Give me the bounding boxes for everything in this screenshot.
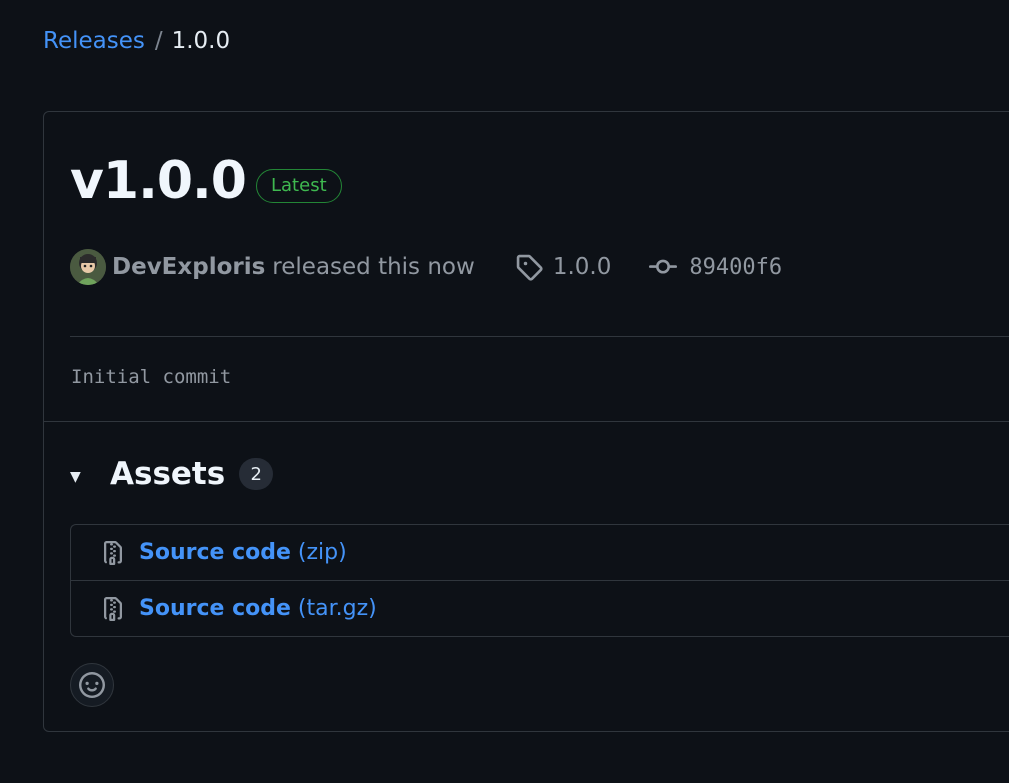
git-commit-icon — [649, 259, 678, 274]
tag-label: 1.0.0 — [552, 254, 612, 280]
author-link[interactable]: DevExploris — [112, 254, 265, 280]
release-meta: DevExploris released this now 1.0.0 8940… — [70, 248, 782, 286]
asset-extension[interactable]: (tar.gz) — [298, 596, 377, 621]
breadcrumb-current: 1.0.0 — [171, 28, 231, 54]
breadcrumb: Releases / 1.0.0 — [43, 26, 230, 56]
add-reaction-button[interactable] — [70, 663, 114, 707]
asset-name[interactable]: Source code — [139, 596, 291, 621]
commit-link[interactable]: 89400f6 — [649, 253, 782, 281]
commit-hash: 89400f6 — [689, 254, 783, 280]
avatar[interactable] — [70, 249, 106, 285]
asset-row-targz[interactable]: Source code (tar.gz) — [71, 580, 1009, 636]
release-notes: Initial commit — [71, 366, 232, 388]
release-card: v1.0.0 Latest DevExploris released this … — [43, 111, 1009, 732]
divider — [44, 421, 1009, 422]
asset-name[interactable]: Source code — [139, 540, 291, 565]
caret-down-icon[interactable]: ▼ — [70, 469, 90, 485]
releases-link[interactable]: Releases — [43, 26, 145, 56]
released-text: released this now — [272, 254, 475, 280]
assets-title: Assets — [110, 456, 226, 492]
breadcrumb-separator: / — [154, 28, 163, 54]
asset-extension[interactable]: (zip) — [298, 540, 347, 565]
smiley-icon — [79, 672, 105, 698]
assets-header[interactable]: ▼ Assets 2 — [70, 452, 274, 496]
release-title[interactable]: v1.0.0 — [70, 150, 247, 212]
divider — [70, 336, 1009, 337]
file-zip-icon — [104, 540, 122, 565]
tag-icon — [516, 254, 543, 281]
tag-link[interactable]: 1.0.0 — [515, 253, 612, 281]
assets-list: Source code (zip) Source code (tar.gz) — [70, 524, 1009, 637]
assets-count-badge: 2 — [239, 458, 274, 490]
asset-row-zip[interactable]: Source code (zip) — [71, 525, 1009, 580]
avatar-image — [70, 249, 106, 285]
latest-badge: Latest — [256, 169, 342, 203]
file-zip-icon — [104, 596, 122, 621]
